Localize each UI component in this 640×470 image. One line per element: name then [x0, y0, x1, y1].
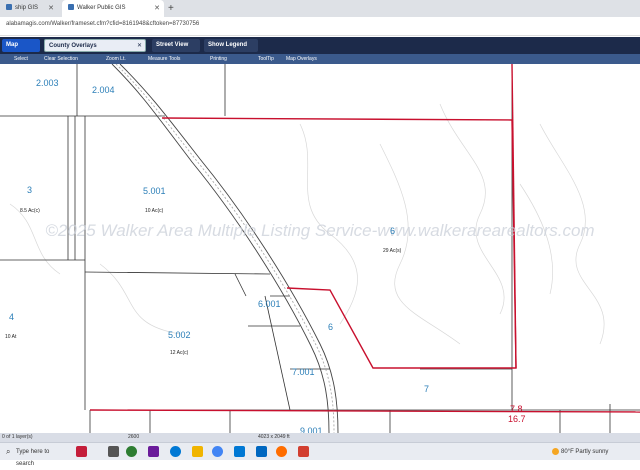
address-bar[interactable]: alabamagis.com/Walker/frameset.cfm?cfid=…: [0, 17, 640, 36]
tab-label: Walker Public GIS: [77, 5, 126, 11]
acreage-label: 12 Ac(c): [170, 350, 189, 356]
taskbar-search[interactable]: Type here to search: [4, 446, 66, 467]
browser-tab-bar: ship GIS ✕ Walker Public GIS ✕ +: [0, 0, 640, 17]
browser-tab-walker[interactable]: Walker Public GIS ✕: [62, 0, 164, 17]
printing-menu[interactable]: Printing: [210, 54, 227, 64]
new-tab-button[interactable]: +: [168, 0, 174, 17]
parcel-label: 6: [328, 322, 333, 332]
parcel-label: 2.004: [92, 85, 115, 95]
acreage-label: 10 At: [5, 334, 17, 340]
favicon-icon: [68, 4, 74, 11]
scale-value: 2600: [128, 434, 140, 440]
parcel-label: 9.001: [300, 426, 323, 433]
task-view-icon[interactable]: [108, 446, 119, 457]
overlay-label: County Overlays: [49, 43, 97, 49]
close-icon[interactable]: ✕: [137, 40, 142, 53]
parcel-labels: 2.003 2.004 3 5.001 6 4 6.001 6 5.002 7.…: [9, 78, 526, 433]
acreage-label: 29 Ac(s): [383, 248, 402, 254]
weather-desc: Partly sunny: [575, 449, 609, 455]
edge-icon[interactable]: [170, 446, 181, 457]
parcel-label: 7: [424, 384, 429, 394]
chrome-icon[interactable]: [212, 446, 223, 457]
weather-temp: 80°F: [561, 449, 574, 455]
zoom-tool[interactable]: Zoom Lt.: [106, 54, 126, 64]
app-icon[interactable]: [148, 446, 159, 457]
windows-taskbar: Type here to search 80°F Partly sunny: [0, 442, 640, 467]
mail-icon[interactable]: [234, 446, 245, 457]
partly-sunny-icon: [552, 447, 559, 455]
parcel-label: 4: [9, 312, 14, 322]
parcel-label: 3: [27, 185, 32, 195]
street-view-button[interactable]: Street View: [152, 39, 200, 52]
favicon-icon: [6, 4, 12, 11]
parcel-label: 16.7: [508, 414, 526, 424]
store-icon[interactable]: [256, 446, 267, 457]
map-status-bar: 0 of 1 layer(s) 2600 4023 x 2049 ft: [0, 433, 640, 442]
close-tab-icon[interactable]: ✕: [48, 0, 54, 17]
tooltip-tool[interactable]: ToolTip: [258, 54, 274, 64]
parcel-label: 7.8: [510, 404, 523, 414]
url-text[interactable]: alabamagis.com/Walker/frameset.cfm?cfid=…: [6, 21, 199, 27]
select-tool[interactable]: Select: [14, 54, 28, 64]
show-legend-button[interactable]: Show Legend: [204, 39, 258, 52]
file-explorer-icon[interactable]: [192, 446, 203, 457]
weather-widget[interactable]: 80°F Partly sunny: [552, 446, 608, 458]
map-canvas[interactable]: ©2025 Walker Area Multiple Listing Servi…: [0, 64, 640, 433]
county-overlays-select[interactable]: County Overlays ✕: [44, 39, 146, 52]
map-overlays-menu[interactable]: Map Overlays: [286, 54, 317, 64]
app-toolbar: Map Results County Overlays ✕ Street Vie…: [0, 37, 640, 61]
parcel-label: 5.001: [143, 186, 166, 196]
clear-selection-tool[interactable]: Clear Selection: [44, 54, 78, 64]
acreage-label: 8.5 Ac(c): [20, 208, 40, 214]
map-extent: 4023 x 2049 ft: [258, 434, 290, 440]
app-icon[interactable]: [126, 446, 137, 457]
tool-strip: Select Clear Selection Zoom Lt. Measure …: [0, 54, 640, 64]
parcel-label: 6: [390, 226, 395, 236]
parcel-label: 7.001: [292, 367, 315, 377]
tab-label: ship GIS: [15, 5, 39, 11]
layer-count: 0 of 1 layer(s): [2, 434, 33, 440]
measure-tools-menu[interactable]: Measure Tools: [148, 54, 180, 64]
firefox-icon[interactable]: [276, 446, 287, 457]
parcel-map[interactable]: ©2025 Walker Area Multiple Listing Servi…: [0, 64, 640, 433]
parcel-label: 5.002: [168, 330, 191, 340]
acreage-label: 10 Ac(c): [145, 208, 164, 214]
app-icon[interactable]: [298, 446, 309, 457]
map-results-button[interactable]: Map Results: [2, 39, 40, 61]
parcel-label: 2.003: [36, 78, 59, 88]
parcel-label: 6.001: [258, 299, 281, 309]
watermark-text: ©2025 Walker Area Multiple Listing Servi…: [45, 221, 594, 240]
close-tab-icon[interactable]: ✕: [154, 0, 160, 17]
app-icon[interactable]: [76, 446, 87, 457]
browser-tab-gis[interactable]: ship GIS ✕: [0, 0, 58, 17]
